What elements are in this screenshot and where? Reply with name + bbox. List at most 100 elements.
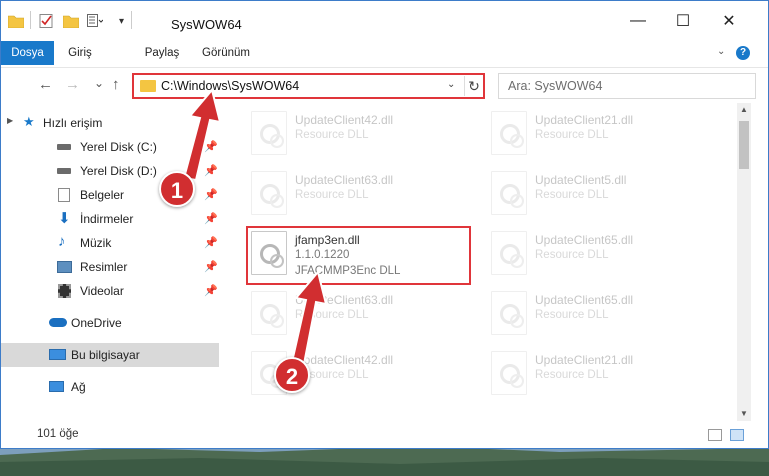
dll-file-icon [251,111,287,155]
tab-view[interactable]: Görünüm [201,41,251,65]
refresh-button[interactable]: ↻ [464,76,483,96]
dll-file-icon [491,171,527,215]
item-count: 101 öğe [37,428,79,440]
quick-access-dropdown-icon[interactable]: ▾ [119,16,124,27]
large-icons-view-icon[interactable] [730,429,744,441]
highlight-box-file [246,226,471,285]
pin-icon[interactable]: 📌 [204,236,218,249]
scroll-thumb[interactable] [739,121,749,169]
collapse-icon[interactable]: ▶ [7,116,13,125]
cloud-icon [49,318,67,327]
folder-icon [140,80,156,92]
sidebar-item-downloads[interactable]: ⬇ İndirmeler 📌 [1,207,219,231]
sidebar-item-quick-access[interactable]: ▶ ★ Hızlı erişim [1,111,219,135]
dll-file-icon [251,171,287,215]
navigation-bar: ← → ⌄ ↑ C:\Windows\SysWOW64 ⌄ ↻ Ara: Sys… [1,67,768,103]
list-item[interactable]: UpdateClient21.dll Resource DLL [483,107,713,167]
sidebar-item-label: Hızlı erişim [43,116,103,130]
pin-icon[interactable]: 📌 [204,164,218,177]
callout-2: 2 [274,357,310,393]
close-button[interactable]: ✕ [714,9,744,33]
list-item[interactable]: UpdateClient21.dll Resource DLL [483,347,713,407]
new-folder-icon[interactable] [63,14,79,28]
file-type: Resource DLL [535,129,609,141]
expand-ribbon-icon[interactable]: ⌄ [717,46,725,57]
dll-file-icon [491,351,527,395]
file-name: UpdateClient21.dll [535,353,634,367]
sidebar-scrollbar[interactable] [219,103,231,421]
file-type: Resource DLL [535,369,609,381]
sidebar-item-label: Yerel Disk (C:) [80,140,157,154]
sidebar-item-network[interactable]: Ağ [1,375,219,399]
sidebar-item-label: OneDrive [71,316,122,330]
network-icon [49,381,64,392]
sidebar-item-label: Belgeler [80,188,125,202]
dll-file-icon [251,291,287,335]
back-button[interactable]: ← [38,76,53,93]
vertical-scrollbar[interactable]: ▲ ▼ [737,103,751,421]
window-title: SysWOW64 [171,17,242,32]
forward-button[interactable]: → [65,76,80,93]
minimize-button[interactable]: — [623,9,653,33]
properties-icon[interactable] [39,14,55,28]
scroll-up-icon[interactable]: ▲ [737,103,751,117]
list-item[interactable]: UpdateClient63.dll Resource DLL [243,167,473,227]
file-name: UpdateClient21.dll [535,113,634,127]
address-dropdown-icon[interactable]: ⌄ [447,79,455,90]
file-name: UpdateClient63.dll [295,293,394,307]
list-item[interactable]: UpdateClient42.dll Resource DLL [243,107,473,167]
details-view-icon[interactable] [708,429,722,441]
sidebar-item-label: Müzik [80,236,112,250]
ribbon-tabs: Dosya Giriş Paylaş Görünüm ⌄ ? [1,41,768,67]
pin-icon[interactable]: 📌 [204,140,218,153]
sidebar-item-videos[interactable]: Videolar 📌 [1,279,219,303]
sidebar-item-label: Videolar [80,284,124,298]
sidebar-item-music[interactable]: ♪ Müzik 📌 [1,231,219,255]
star-icon: ★ [23,114,35,129]
list-item[interactable]: UpdateClient65.dll Resource DLL [483,287,713,347]
list-item[interactable]: UpdateClient63.dll Resource DLL [243,287,473,347]
list-item[interactable]: UpdateClient5.dll Resource DLL [483,167,713,227]
folder-icon [8,15,24,28]
tab-file[interactable]: Dosya [1,41,54,65]
pin-icon[interactable]: 📌 [204,260,218,273]
divider [131,11,132,29]
maximize-button[interactable]: ☐ [668,9,698,33]
up-button[interactable]: ↑ [112,76,120,93]
computer-icon [49,349,66,360]
file-name: UpdateClient65.dll [535,233,634,247]
help-button[interactable]: ? [736,46,750,60]
recent-locations-button[interactable]: ⌄ [94,76,104,90]
sidebar-item-label: Resimler [80,260,128,274]
search-input[interactable]: Ara: SysWOW64 [498,73,756,99]
pin-icon[interactable]: 📌 [204,284,218,297]
download-icon: ⬇ [58,210,71,227]
sidebar-item-drive-c[interactable]: Yerel Disk (C:) 📌 [1,135,219,159]
sidebar-item-onedrive[interactable]: OneDrive [1,311,219,335]
music-icon: ♪ [58,233,66,250]
file-type: Resource DLL [295,129,369,141]
address-bar[interactable]: C:\Windows\SysWOW64 ⌄ ↻ [132,73,485,99]
callout-1: 1 [159,171,195,207]
pin-icon[interactable]: 📌 [204,212,218,225]
sidebar-item-label: Ağ [71,380,86,394]
sidebar-item-this-pc[interactable]: Bu bilgisayar [1,343,219,367]
file-name: UpdateClient63.dll [295,173,394,187]
tab-share[interactable]: Paylaş [140,41,184,65]
address-path[interactable]: C:\Windows\SysWOW64 [161,79,299,93]
sidebar-item-label: Bu bilgisayar [71,348,140,362]
customize-toolbar-icon[interactable] [87,14,103,28]
status-bar: 101 öğe [1,421,768,448]
videos-icon [58,284,71,298]
file-name: UpdateClient42.dll [295,353,394,367]
sidebar-item-pictures[interactable]: Resimler 📌 [1,255,219,279]
file-name: UpdateClient42.dll [295,113,394,127]
file-name: UpdateClient65.dll [535,293,634,307]
pin-icon[interactable]: 📌 [204,188,218,201]
file-type: Resource DLL [535,309,609,321]
tab-home[interactable]: Giriş [58,41,102,65]
scroll-down-icon[interactable]: ▼ [737,407,751,421]
file-name: UpdateClient5.dll [535,173,627,187]
list-item[interactable]: UpdateClient65.dll Resource DLL [483,227,713,287]
explorer-window: ▾ SysWOW64 — ☐ ✕ Dosya Giriş Paylaş Görü… [0,0,769,449]
